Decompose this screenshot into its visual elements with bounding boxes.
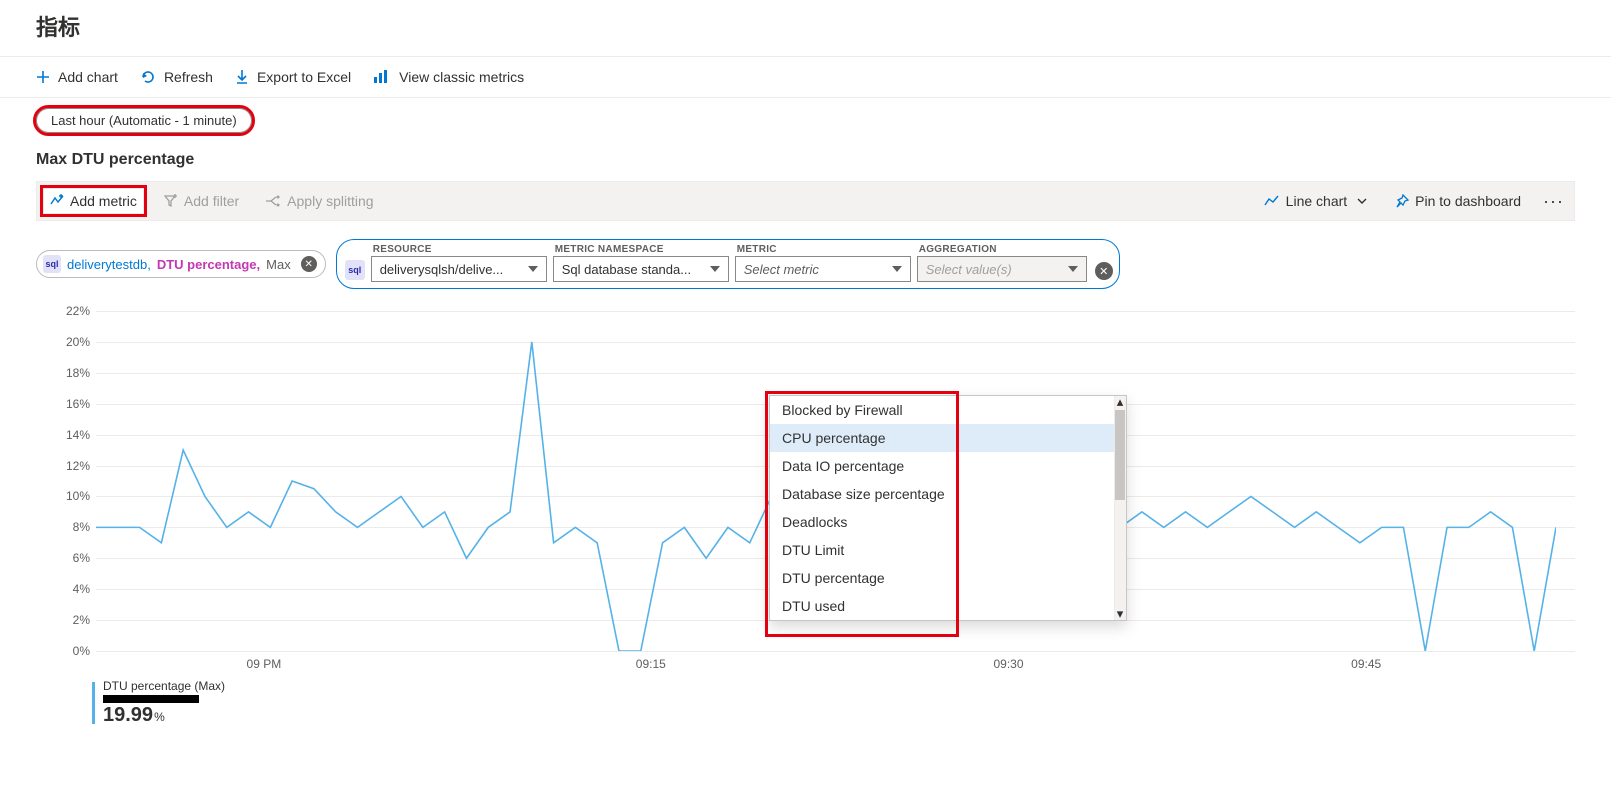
y-axis-label: 0% [73, 644, 90, 658]
resource-value: deliverysqlsh/delive... [380, 262, 504, 277]
export-excel-button[interactable]: Export to Excel [235, 69, 351, 85]
dropdown-item[interactable]: Database size percentage [770, 480, 1126, 508]
refresh-label: Refresh [164, 69, 213, 85]
y-axis-label: 10% [66, 489, 90, 503]
y-axis-label: 12% [66, 459, 90, 473]
page-title: 指标 [36, 10, 1575, 42]
add-filter-label: Add filter [184, 193, 239, 209]
dropdown-item[interactable]: DTU Limit [770, 536, 1126, 564]
legend-unit: % [154, 710, 165, 724]
chevron-down-icon [1357, 198, 1367, 204]
dropdown-item[interactable]: DTU percentage [770, 564, 1126, 592]
existing-metric-pill[interactable]: sql deliverytestdb, DTU percentage, Max … [36, 250, 326, 278]
dropdown-item[interactable]: Data IO percentage [770, 452, 1126, 480]
y-axis-label: 6% [73, 551, 90, 565]
metric-selector-group: sql RESOURCE deliverysqlsh/delive... MET… [336, 239, 1120, 289]
download-icon [235, 69, 249, 85]
metric-toolbar: Add metric Add filter Apply splitting Li… [36, 181, 1575, 221]
scrollbar[interactable]: ▴ ▾ [1114, 396, 1126, 620]
chart-type-label: Line chart [1286, 193, 1347, 209]
metric-value: Select metric [744, 262, 819, 277]
pin-label: Pin to dashboard [1415, 193, 1521, 209]
time-range-pill[interactable]: Last hour (Automatic - 1 minute) [36, 108, 252, 133]
dropdown-item[interactable]: Deadlocks [770, 508, 1126, 536]
metric-select[interactable]: Select metric [735, 256, 911, 282]
export-excel-label: Export to Excel [257, 69, 351, 85]
metric-dropdown[interactable]: Blocked by FirewallCPU percentageData IO… [769, 395, 1127, 621]
add-metric-icon [50, 194, 64, 208]
refresh-icon [140, 69, 156, 85]
x-axis-label: 09 PM [247, 657, 282, 671]
refresh-button[interactable]: Refresh [140, 69, 213, 85]
main-toolbar: Add chart Refresh Export to Excel View c… [0, 57, 1611, 98]
dropdown-item[interactable]: DTU used [770, 592, 1126, 620]
metric-config-row: sql deliverytestdb, DTU percentage, Max … [36, 239, 1575, 289]
aggregation-value: Select value(s) [926, 262, 1012, 277]
time-range-label: Last hour (Automatic - 1 minute) [51, 113, 237, 128]
dropdown-item[interactable]: Blocked by Firewall [770, 396, 1126, 424]
aggregation-label: AGGREGATION [917, 244, 1087, 255]
scroll-thumb[interactable] [1115, 410, 1125, 500]
y-axis-label: 14% [66, 428, 90, 442]
add-chart-button[interactable]: Add chart [36, 69, 118, 85]
add-metric-label: Add metric [70, 193, 137, 209]
resource-label: RESOURCE [371, 244, 547, 255]
apply-splitting-label: Apply splitting [287, 193, 373, 209]
pill-agg-label: Max [266, 257, 291, 272]
namespace-value: Sql database standa... [562, 262, 691, 277]
scroll-down-icon[interactable]: ▾ [1116, 609, 1124, 619]
scroll-up-icon[interactable]: ▴ [1116, 397, 1124, 407]
y-axis-label: 22% [66, 304, 90, 318]
legend-color-bar [92, 682, 95, 724]
metric-label: METRIC [735, 244, 911, 255]
view-classic-label: View classic metrics [399, 69, 524, 85]
aggregation-select[interactable]: Select value(s) [917, 256, 1087, 282]
pill-metric-label: DTU percentage, [157, 257, 260, 272]
legend-label: DTU percentage (Max) [103, 679, 225, 693]
x-axis-label: 09:45 [1351, 657, 1381, 671]
filter-icon [164, 194, 178, 208]
bar-chart-icon [373, 69, 391, 85]
add-chart-label: Add chart [58, 69, 118, 85]
namespace-select[interactable]: Sql database standa... [553, 256, 729, 282]
namespace-label: METRIC NAMESPACE [553, 244, 729, 255]
resource-select[interactable]: deliverysqlsh/delive... [371, 256, 547, 282]
legend-redacted-bar [103, 695, 199, 703]
remove-pill-button[interactable]: ✕ [301, 256, 317, 272]
sql-badge-icon: sql [345, 260, 365, 280]
line-chart-icon [1264, 194, 1280, 208]
y-axis-label: 18% [66, 366, 90, 380]
x-axis-label: 09:15 [636, 657, 666, 671]
add-metric-button[interactable]: Add metric [43, 188, 144, 214]
add-filter-button[interactable]: Add filter [158, 189, 245, 213]
y-axis-label: 8% [73, 520, 90, 534]
y-axis-label: 4% [73, 582, 90, 596]
pin-icon [1395, 194, 1409, 208]
apply-splitting-button[interactable]: Apply splitting [259, 189, 379, 213]
chart-type-dropdown[interactable]: Line chart [1258, 189, 1373, 213]
pin-dashboard-button[interactable]: Pin to dashboard [1389, 189, 1527, 213]
sql-badge-icon: sql [43, 255, 61, 273]
y-axis-label: 2% [73, 613, 90, 627]
more-options-button[interactable]: ··· [1543, 191, 1564, 212]
x-axis-label: 09:30 [993, 657, 1023, 671]
dropdown-item[interactable]: CPU percentage [770, 424, 1126, 452]
legend: DTU percentage (Max) 19.99% [36, 679, 1575, 727]
chart-title: Max DTU percentage [36, 151, 1575, 169]
y-axis-label: 20% [66, 335, 90, 349]
legend-value: 19.99 [103, 704, 153, 726]
plus-icon [36, 70, 50, 84]
view-classic-metrics-button[interactable]: View classic metrics [373, 69, 524, 85]
splitting-icon [265, 194, 281, 208]
pill-db-label: deliverytestdb, [67, 257, 151, 272]
close-selector-button[interactable]: ✕ [1095, 262, 1113, 280]
y-axis-label: 16% [66, 397, 90, 411]
